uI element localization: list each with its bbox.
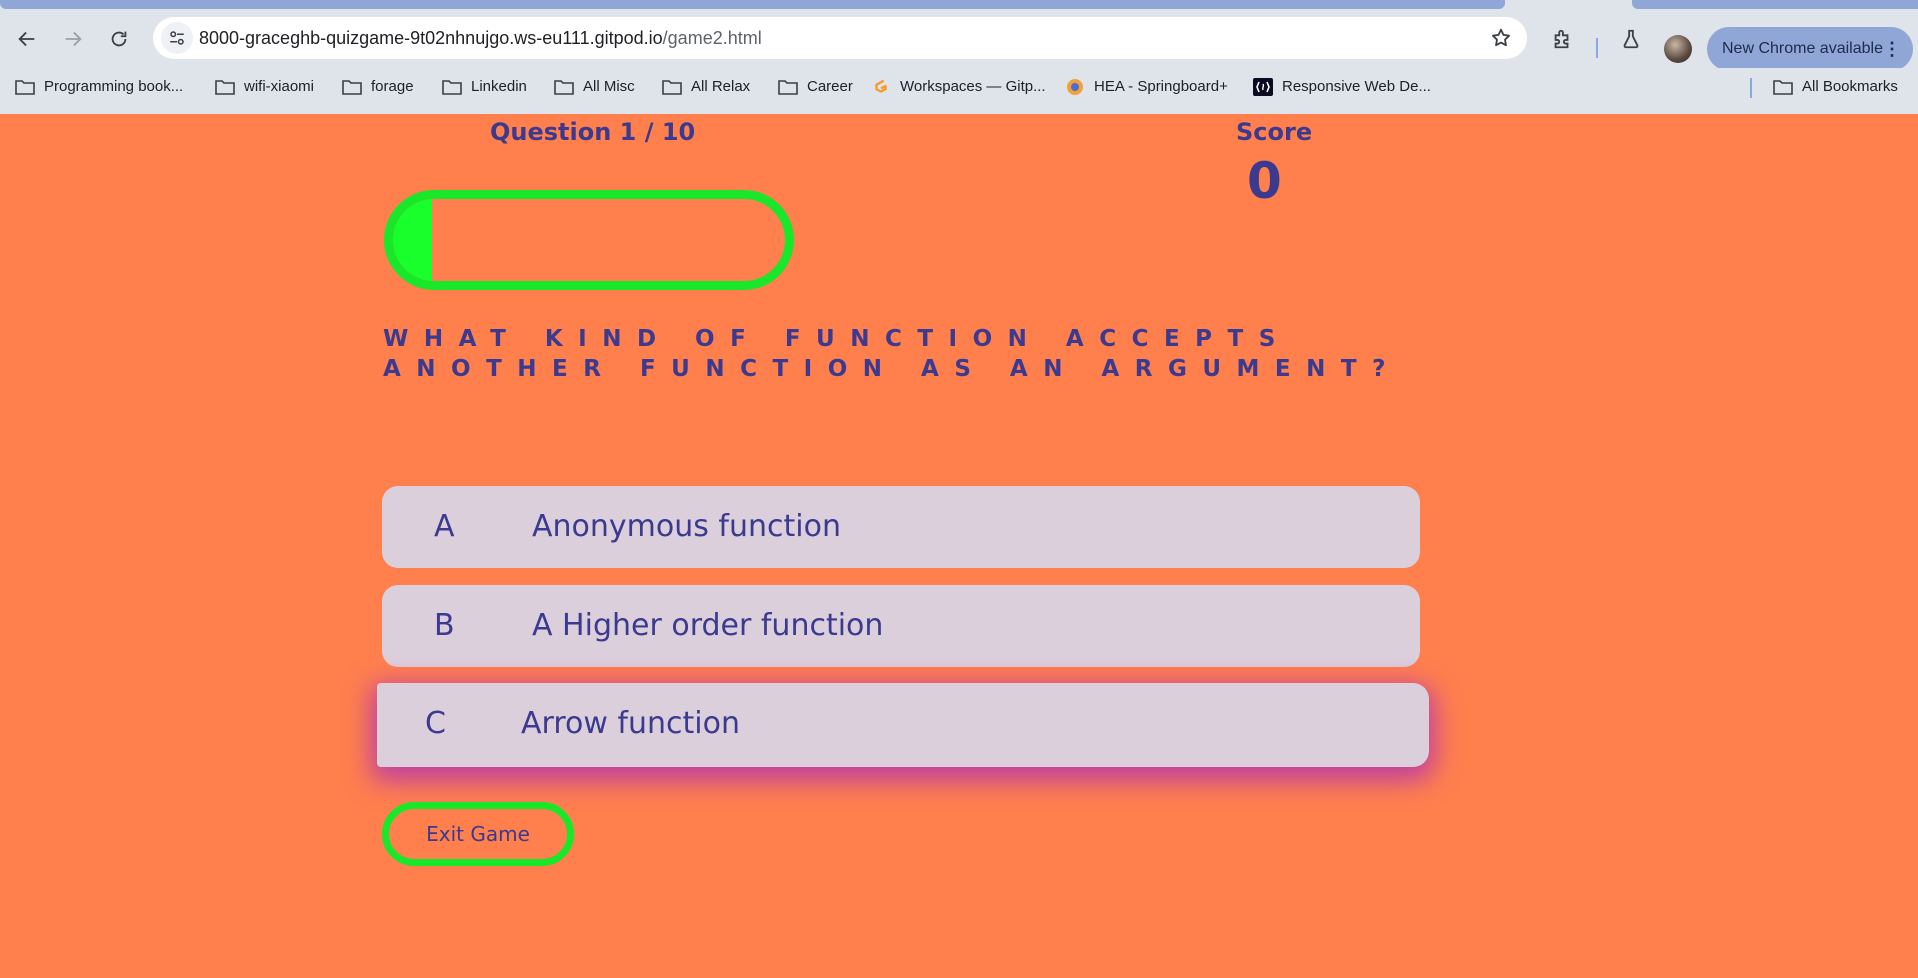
folder-icon <box>661 78 683 96</box>
chrome-update-button[interactable]: New Chrome available ⋮ <box>1707 27 1913 71</box>
exit-game-button[interactable]: Exit Game <box>382 802 574 866</box>
folder-icon <box>341 78 363 96</box>
bookmark-item[interactable]: Workspaces — Gitp... <box>870 68 1046 105</box>
tab-strip <box>0 0 1918 10</box>
choice-b[interactable]: B A Higher order function <box>382 585 1420 667</box>
score-label: Score <box>1236 118 1313 146</box>
bookmark-item[interactable]: Career <box>777 68 853 105</box>
bookmark-label: Workspaces — Gitp... <box>900 78 1046 95</box>
choice-text: A Higher order function <box>532 608 884 643</box>
progress-bar-fill <box>393 199 433 281</box>
choice-prefix: A <box>434 509 455 544</box>
choice-text: Arrow function <box>521 706 740 741</box>
bookmark-label: Linkedin <box>471 78 527 95</box>
folder-icon <box>1772 78 1794 96</box>
quiz-page: Question 1 / 10 Score 0 What kind of fun… <box>0 114 1918 978</box>
folder-icon <box>214 78 236 96</box>
bookmark-star-icon[interactable] <box>1489 26 1513 50</box>
tab-other[interactable] <box>1632 0 1918 9</box>
site-info-icon[interactable] <box>161 22 193 54</box>
question-text: What kind of function accepts another fu… <box>383 326 1401 382</box>
url-host: 8000-graceghb-quizgame-9t02nhnujgo.ws-eu… <box>199 28 663 48</box>
reload-icon[interactable] <box>104 24 134 54</box>
folder-icon <box>441 78 463 96</box>
url-text[interactable]: 8000-graceghb-quizgame-9t02nhnujgo.ws-eu… <box>199 17 762 59</box>
bookmark-label: HEA - Springboard+ <box>1094 78 1228 95</box>
bookmark-label: Career <box>807 78 853 95</box>
more-menu-icon[interactable]: ⋮ <box>1883 27 1901 71</box>
bookmark-label: Programming book... <box>44 78 184 95</box>
forward-icon[interactable] <box>58 24 88 54</box>
gitpod-icon <box>870 78 892 96</box>
choice-prefix: B <box>434 608 455 643</box>
all-bookmarks-button[interactable]: All Bookmarks <box>1772 68 1898 105</box>
all-bookmarks-label: All Bookmarks <box>1802 78 1898 95</box>
profile-avatar[interactable] <box>1664 35 1692 63</box>
address-bar[interactable]: 8000-graceghb-quizgame-9t02nhnujgo.ws-eu… <box>153 17 1527 59</box>
bookmark-item[interactable]: All Relax <box>661 68 750 105</box>
choice-prefix: C <box>425 706 446 741</box>
url-path: /game2.html <box>662 28 762 48</box>
extensions-icon[interactable] <box>1547 24 1577 54</box>
choice-c[interactable]: C Arrow function <box>377 683 1429 767</box>
bookmark-item[interactable]: HEA - Springboard+ <box>1064 68 1228 105</box>
choice-a[interactable]: A Anonymous function <box>382 486 1420 568</box>
progress-bar <box>384 190 794 290</box>
back-icon[interactable] <box>12 24 42 54</box>
bookmark-item[interactable]: Responsive Web De... <box>1252 68 1431 105</box>
labs-flask-icon[interactable] <box>1616 24 1646 54</box>
tab-active[interactable] <box>0 0 1505 9</box>
bookmark-item[interactable]: forage <box>341 68 414 105</box>
bookmark-label: Responsive Web De... <box>1282 78 1431 95</box>
bookmarks-divider <box>1750 78 1752 98</box>
folder-icon <box>14 78 36 96</box>
bookmark-item[interactable]: Linkedin <box>441 68 527 105</box>
bookmark-item[interactable]: Programming book... <box>14 68 183 105</box>
springboard-icon <box>1064 78 1086 96</box>
bookmarks-bar: Programming book... wifi-xiaomi forage L… <box>0 68 1918 114</box>
score-value: 0 <box>1247 152 1282 210</box>
browser-toolbar: 8000-graceghb-quizgame-9t02nhnujgo.ws-eu… <box>0 10 1918 71</box>
folder-icon <box>777 78 799 96</box>
chrome-update-label: New Chrome available <box>1722 40 1883 57</box>
folder-icon <box>553 78 575 96</box>
freecodecamp-icon <box>1252 77 1274 96</box>
bookmark-label: All Misc <box>583 78 635 95</box>
bookmark-label: All Relax <box>691 78 751 95</box>
toolbar-divider <box>1596 38 1598 58</box>
question-counter: Question 1 / 10 <box>490 118 696 146</box>
bookmark-label: wifi-xiaomi <box>244 78 315 95</box>
bookmark-item[interactable]: All Misc <box>553 68 635 105</box>
bookmark-label: forage <box>371 78 414 95</box>
bookmark-item[interactable]: wifi-xiaomi <box>214 68 314 105</box>
choice-text: Anonymous function <box>532 509 841 544</box>
